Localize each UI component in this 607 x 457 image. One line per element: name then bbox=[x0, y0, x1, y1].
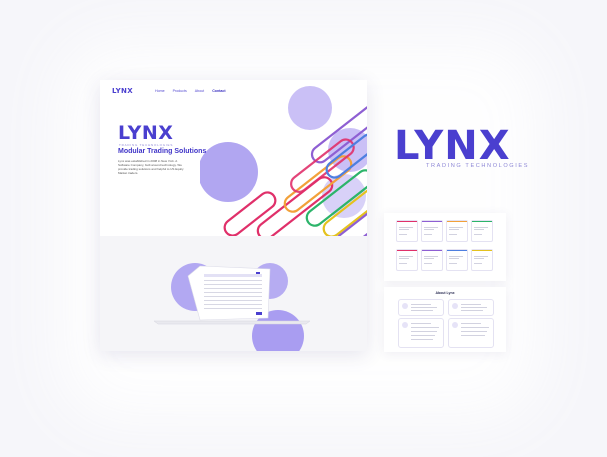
hero-headline: Modular Trading Solutions bbox=[118, 148, 207, 155]
globe-icon bbox=[402, 303, 408, 309]
brand-subtitle: TRADING TECHNOLOGIES bbox=[426, 163, 530, 169]
laptop-screen bbox=[187, 265, 271, 321]
badge-icon bbox=[452, 303, 458, 309]
hero-circle-left bbox=[200, 142, 258, 202]
product-card[interactable] bbox=[396, 249, 418, 271]
people-icon bbox=[402, 322, 408, 328]
website-mockup: LYNX Home Products About Contact LYNX TR… bbox=[100, 80, 367, 351]
hero-intro-text: Lynx was established in 2008 in New York… bbox=[118, 159, 184, 176]
hero-logo: LYNX bbox=[118, 122, 174, 144]
product-card[interactable] bbox=[471, 220, 493, 242]
product-card[interactable] bbox=[421, 220, 443, 242]
brand-logo: LYNX bbox=[394, 123, 511, 169]
hero-logo-tagline: TRADING TECHNOLOGIES bbox=[119, 143, 174, 147]
product-card[interactable] bbox=[446, 249, 468, 271]
hero-section: LYNX Home Products About Contact LYNX TR… bbox=[100, 80, 367, 236]
product-card[interactable] bbox=[471, 249, 493, 271]
trophy-icon bbox=[452, 322, 458, 328]
product-card[interactable] bbox=[396, 220, 418, 242]
about-card bbox=[398, 318, 444, 348]
about-card bbox=[448, 299, 494, 316]
about-panel: About Lynx bbox=[384, 287, 506, 352]
about-card bbox=[448, 318, 494, 348]
nav-logo[interactable]: LYNX bbox=[112, 87, 133, 95]
hero-circle-top bbox=[288, 86, 332, 130]
nav-item-home[interactable]: Home bbox=[155, 89, 165, 93]
laptop-illustration bbox=[153, 263, 311, 351]
product-card[interactable] bbox=[421, 249, 443, 271]
about-card bbox=[398, 299, 444, 316]
hero-stripe-illustration bbox=[200, 86, 367, 236]
product-card[interactable] bbox=[446, 220, 468, 242]
product-cards-panel bbox=[384, 213, 506, 281]
about-title: About Lynx bbox=[435, 291, 455, 295]
product-showcase bbox=[100, 236, 367, 351]
laptop-base bbox=[153, 320, 311, 325]
nav-item-products[interactable]: Products bbox=[173, 89, 187, 93]
